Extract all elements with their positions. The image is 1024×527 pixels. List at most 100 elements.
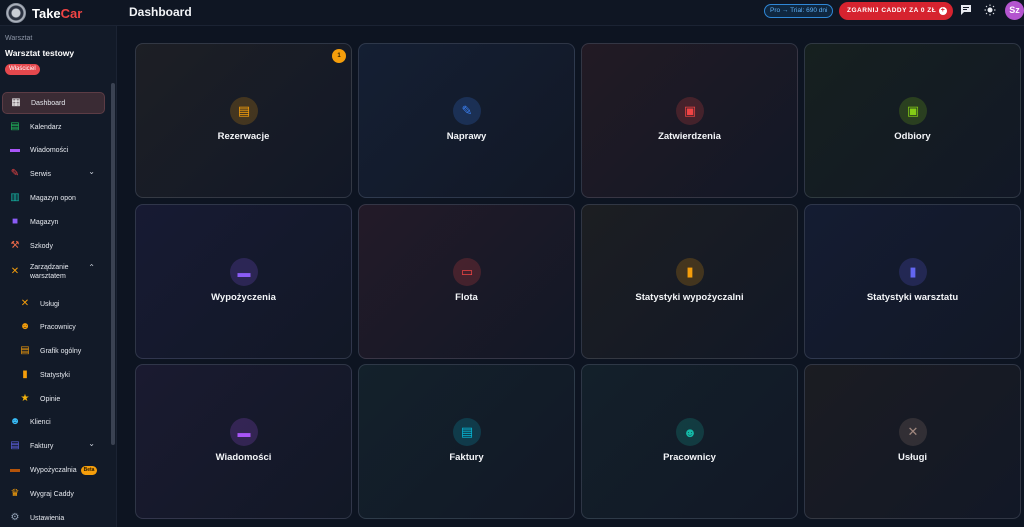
chevron-down-icon[interactable]: ⌄: [88, 439, 95, 448]
tile-title: Wypożyczenia: [211, 292, 276, 303]
tile-statystyki-wypożyczalni[interactable]: ▮ Statystyki wypożyczalni: [581, 204, 798, 359]
sidebar-item-magazyn-opon[interactable]: ▥ Magazyn opon: [2, 187, 105, 209]
sidebar-item-label: Zarządzanie warsztatem: [30, 264, 69, 280]
tools-icon: ✕: [20, 298, 30, 309]
plus-icon: +: [939, 7, 947, 15]
workspace-label: Warsztat: [5, 35, 33, 42]
wrench-icon: ✎: [10, 168, 20, 179]
sidebar-item-pracownicy[interactable]: ☻ Pracownicy: [2, 316, 105, 338]
sidebar-item-label: Usługi: [40, 300, 60, 308]
tile-naprawy[interactable]: ✎ Naprawy: [358, 43, 575, 198]
car-icon: ▭: [453, 258, 481, 286]
truck-icon: ▬: [230, 258, 258, 286]
trophy-icon: ♛: [10, 488, 20, 499]
sidebar-item-label: Statystyki: [40, 371, 70, 379]
tile-usługi[interactable]: ✕ Usługi: [804, 364, 1021, 519]
role-badge: Właściciel: [5, 64, 40, 75]
sidebar-item-label: Wiadomości: [30, 146, 69, 154]
message-icon: ▬: [230, 418, 258, 446]
sidebar-item-label: Serwis: [30, 170, 52, 178]
sun-icon[interactable]: [983, 4, 997, 18]
people-icon: ☻: [676, 418, 704, 446]
garage-icon: ▥: [10, 192, 20, 203]
calendar-icon: ▤: [20, 345, 30, 356]
trial-badge[interactable]: Pro → Trial: 690 dni: [764, 4, 834, 18]
bar-chart-icon: ▮: [22, 369, 28, 380]
tile-pracownicy[interactable]: ☻ Pracownicy: [581, 364, 798, 519]
sidebar: Warsztat Warsztat testowy Właściciel ▦ Da…: [0, 26, 117, 527]
people-icon: ☻: [19, 321, 31, 332]
tools-icon: ✕: [10, 266, 20, 277]
win-caddy-button[interactable]: ZGARNIJ CADDY ZA 0 ZŁ +: [839, 2, 953, 20]
sidebar-item-label: Wypożyczalnia: [30, 466, 77, 474]
avatar[interactable]: Sz: [1005, 1, 1024, 20]
chevron-down-icon[interactable]: ⌄: [88, 167, 95, 176]
sidebar-item-ustawienia[interactable]: ⚙ Ustawienia: [2, 507, 105, 527]
logo-icon: [6, 3, 26, 23]
sidebar-item-grafik-ogólny[interactable]: ▤ Grafik ogólny: [2, 340, 105, 362]
app-logo[interactable]: TakeCar: [6, 3, 82, 23]
tile-rezerwacje[interactable]: ▤ Rezerwacje 1: [135, 43, 352, 198]
tile-title: Zatwierdzenia: [658, 131, 721, 142]
tile-title: Naprawy: [446, 131, 487, 142]
tile-wiadomości[interactable]: ▬ Wiadomości: [135, 364, 352, 519]
sidebar-item-serwis[interactable]: ✎ Serwis ⌄: [2, 163, 105, 185]
clipboard-icon: ▣: [676, 97, 704, 125]
tile-faktury[interactable]: ▤ Faktury: [358, 364, 575, 519]
wrench-icon: ✎: [453, 97, 481, 125]
tile-odbiory[interactable]: ▣ Odbiory: [804, 43, 1021, 198]
sidebar-item-label: Ustawienia: [30, 514, 65, 522]
message-icon: ▬: [10, 144, 20, 155]
invoice-icon: ▤: [453, 418, 481, 446]
sidebar-item-opinie[interactable]: ★ Opinie: [2, 388, 105, 410]
top-bar: TakeCar Dashboard Pro → Trial: 690 dni Z…: [0, 0, 1024, 26]
hammer-icon: ⚒: [10, 240, 20, 251]
people-icon: ☻: [9, 416, 21, 427]
dashboard-icon: ▦: [11, 97, 21, 108]
sidebar-item-dashboard[interactable]: ▦ Dashboard: [2, 92, 105, 114]
sidebar-item-kalendarz[interactable]: ▤ Kalendarz: [2, 116, 105, 138]
sidebar-item-wiadomości[interactable]: ▬ Wiadomości: [2, 139, 105, 161]
sidebar-item-label: Kalendarz: [30, 123, 62, 131]
sidebar-item-label: Klienci: [30, 418, 51, 426]
tile-wypożyczenia[interactable]: ▬ Wypożyczenia: [135, 204, 352, 359]
tile-title: Rezerwacje: [217, 131, 270, 142]
sidebar-item-zarządzanie-warsztatem[interactable]: ✕ Zarządzanie warsztatem ⌃: [2, 259, 105, 285]
gear-icon: ⚙: [10, 512, 20, 523]
sidebar-item-statystyki[interactable]: ▮ Statystyki: [2, 364, 105, 386]
sidebar-item-klienci[interactable]: ☻ Klienci: [2, 411, 105, 433]
sidebar-item-label: Wygraj Caddy: [30, 490, 74, 498]
box-icon: ■: [11, 216, 19, 227]
sidebar-item-faktury[interactable]: ▤ Faktury ⌄: [2, 435, 105, 457]
chevron-up-icon[interactable]: ⌃: [88, 263, 95, 272]
brand-name: TakeCar: [32, 5, 83, 21]
tile-title: Faktury: [449, 452, 484, 463]
sidebar-item-wygraj-caddy[interactable]: ♛ Wygraj Caddy: [2, 483, 105, 505]
tile-title: Usługi: [897, 452, 928, 463]
tile-title: Statystyki wypożyczalni: [635, 292, 744, 303]
tile-statystyki-warsztatu[interactable]: ▮ Statystyki warsztatu: [804, 204, 1021, 359]
tile-title: Statystyki warsztatu: [866, 292, 959, 303]
chat-icon[interactable]: [959, 4, 973, 18]
sidebar-item-wypożyczalnia[interactable]: ▬ Wypożyczalnia Beta: [2, 459, 105, 481]
sidebar-scrollbar[interactable]: [111, 83, 115, 445]
tile-zatwierdzenia[interactable]: ▣ Zatwierdzenia: [581, 43, 798, 198]
sidebar-item-szkody[interactable]: ⚒ Szkody: [2, 235, 105, 257]
notification-badge: 1: [332, 49, 346, 63]
tile-title: Flota: [455, 292, 478, 303]
tile-flota[interactable]: ▭ Flota: [358, 204, 575, 359]
star-icon: ★: [20, 393, 30, 404]
tools-icon: ✕: [899, 418, 927, 446]
workspace-name: Warsztat testowy: [5, 48, 75, 58]
tile-title: Pracownicy: [663, 452, 716, 463]
sidebar-item-label: Magazyn: [30, 218, 59, 226]
sidebar-item-label: Pracownicy: [40, 323, 76, 331]
check-card-icon: ▣: [899, 97, 927, 125]
sidebar-item-usługi[interactable]: ✕ Usługi: [2, 293, 105, 315]
sidebar-item-label: Magazyn opon: [30, 194, 76, 202]
page-title: Dashboard: [129, 5, 192, 19]
tile-title: Wiadomości: [215, 452, 272, 463]
sidebar-item-label: Grafik ogólny: [40, 347, 82, 355]
tile-title: Odbiory: [894, 131, 931, 142]
sidebar-item-magazyn[interactable]: ■ Magazyn: [2, 211, 105, 233]
